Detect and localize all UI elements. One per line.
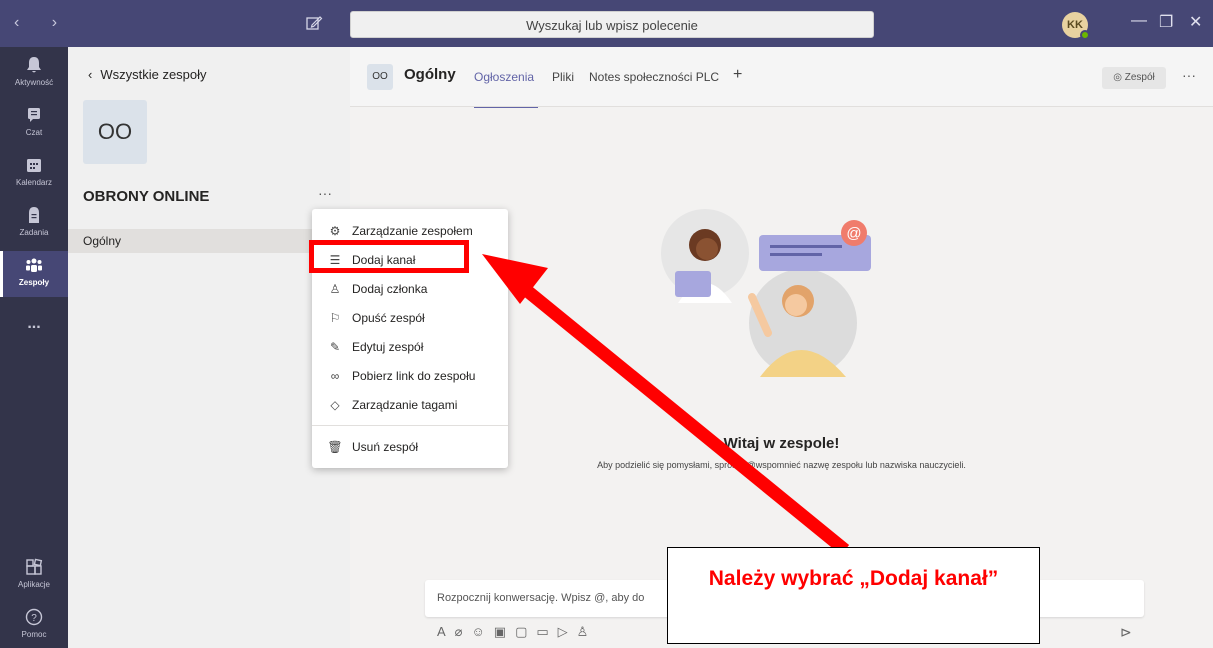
rail-item-chat[interactable]: Czat [0,105,68,147]
menu-label: Opuść zespół [352,311,425,325]
tag-icon: ◇ [330,398,340,412]
channel-avatar: OO [367,64,393,90]
format-icon[interactable]: A [437,624,455,639]
rail-label: Zespoły [18,278,50,287]
rail-label: Aplikacje [17,580,50,589]
menu-label: Zarządzanie tagami [352,398,458,412]
menu-item-manage-tags[interactable]: ◇ Zarządzanie tagami [312,391,508,419]
tab-files[interactable]: Pliki [552,70,574,84]
minimize-icon[interactable]: — [1131,12,1147,30]
app-bar: Aktywność Czat Kalendarz Zadania Zespoły… [0,47,68,648]
team-panel: ‹ Wszystkie zespoły OO OBRONY ONLINE ··· … [68,47,350,648]
gif-icon[interactable]: ▣ [494,624,515,639]
channel-item-general[interactable]: Ogólny [68,229,350,253]
rail-item-teams[interactable]: Zespoły [0,251,68,297]
add-member-icon: ♙ [329,282,341,296]
welcome-illustration: @ [661,209,871,377]
rail-item-calendar[interactable]: Kalendarz [0,155,68,197]
menu-label: Edytuj zespół [352,340,424,354]
compose-icon[interactable] [305,14,323,32]
chat-icon [28,108,40,122]
svg-text:?: ? [31,613,37,624]
rail-label: Czat [25,128,43,137]
team-button-label: Zespół [1124,72,1155,83]
apps-icon [26,558,43,575]
maximize-icon[interactable]: ❐ [1159,12,1173,32]
menu-item-add-member[interactable]: ♙ Dodaj członka [312,275,508,303]
tab-posts[interactable]: Ogłoszenia [474,70,534,84]
menu-item-edit-team[interactable]: ✎ Edytuj zespół [312,333,508,361]
rail-item-assignments[interactable]: Zadania [0,205,68,247]
teams-icon [26,258,42,272]
compose-toolbar: A⌀☺▣▢▭▷♙ [437,624,597,640]
pencil-icon: ✎ [329,340,341,354]
team-name: OBRONY ONLINE [83,188,210,205]
menu-divider [312,425,508,426]
all-teams-label: Wszystkie zespoły [100,67,207,82]
praise-icon[interactable]: ♙ [577,624,598,639]
history-nav[interactable]: ‹ › [14,14,71,32]
team-more-options-button[interactable]: ··· [318,185,332,201]
rail-label: Pomoc [21,630,47,639]
channel-title: Ogólny [404,66,456,83]
rail-label: Zadania [19,228,49,237]
rail-item-activity[interactable]: Aktywność [0,55,68,97]
channel-more-options-button[interactable]: ··· [1182,67,1196,83]
close-icon[interactable]: ✕ [1189,12,1202,32]
menu-label: Dodaj członka [352,282,428,296]
menu-item-get-link[interactable]: ∞ Pobierz link do zespołu [312,362,508,390]
channel-header: OO Ogólny Ogłoszenia Pliki Notes społecz… [350,47,1213,110]
rail-item-help[interactable]: ? Pomoc [0,607,68,648]
svg-text:@: @ [846,225,861,242]
menu-label: Usuń zespół [352,440,419,454]
attach-icon[interactable]: ⌀ [455,624,472,639]
leave-icon: ⚐ [329,311,341,325]
bell-icon [27,57,41,73]
send-icon[interactable]: ⊳ [1120,624,1132,641]
annotation-highlight-box [309,240,469,273]
title-bar: ‹ › Wyszukaj lub wpisz polecenie KK — ❐ … [0,0,1213,47]
emoji-icon[interactable]: ☺ [472,624,494,639]
menu-label: Pobierz link do zespołu [352,369,476,383]
meet-icon[interactable]: ▭ [536,624,557,639]
assignments-icon [29,207,39,223]
link-icon: ∞ [330,369,340,383]
eye-icon: ◎ [1113,72,1125,83]
calendar-icon [27,159,41,172]
all-teams-link[interactable]: ‹ Wszystkie zespoły [88,67,207,82]
rail-label: Kalendarz [15,178,53,187]
annotation-callout: Należy wybrać „Dodaj kanał” [667,547,1040,644]
team-avatar: OO [83,100,147,164]
team-info-button[interactable]: ◎ Zespół [1102,67,1166,89]
trash-icon: 🗑 [327,440,343,454]
help-icon: ? [25,608,43,626]
menu-label: Zarządzanie zespołem [352,224,473,238]
tab-class-notebook[interactable]: Notes społeczności PLC [589,70,719,84]
menu-item-leave-team[interactable]: ⚐ Opuść zespół [312,304,508,332]
stream-icon[interactable]: ▷ [558,624,577,639]
add-tab-button[interactable]: + [733,66,742,84]
rail-item-apps[interactable]: Aplikacje [0,557,68,599]
search-input[interactable]: Wyszukaj lub wpisz polecenie [350,11,874,38]
sticker-icon[interactable]: ▢ [515,624,536,639]
presence-status-icon [1080,30,1090,40]
menu-item-delete-team[interactable]: 🗑 Usuń zespół [312,433,508,461]
more-apps-button[interactable]: ... [0,315,68,333]
chevron-left-icon: ‹ [88,67,93,82]
rail-label: Aktywność [14,78,54,87]
